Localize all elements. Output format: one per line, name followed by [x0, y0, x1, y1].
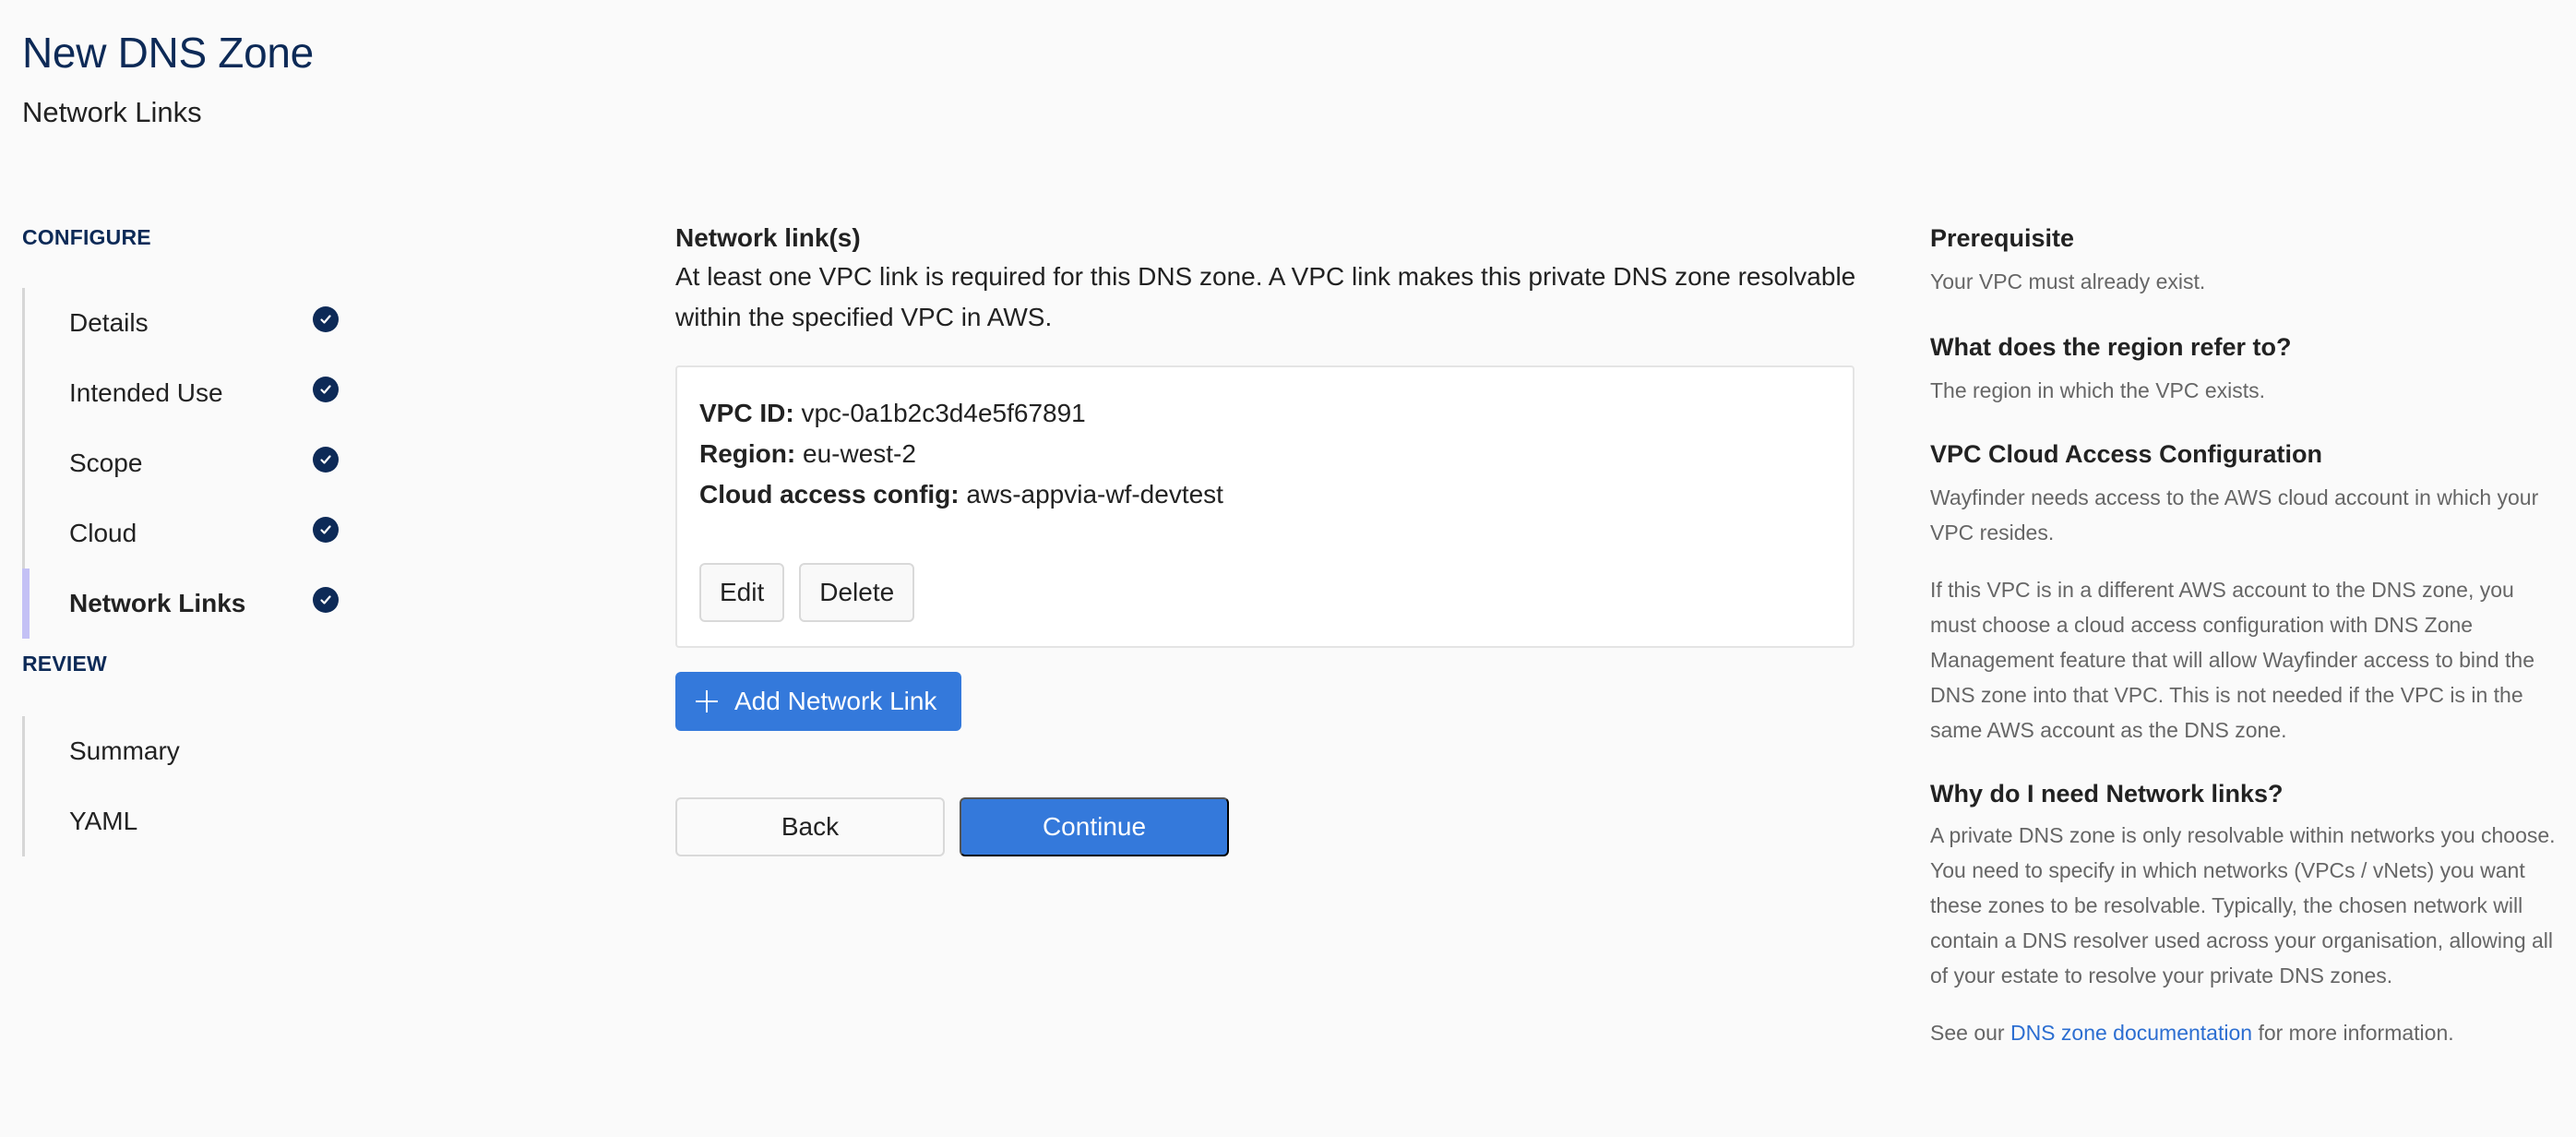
step-summary[interactable]: Summary: [25, 716, 354, 786]
delete-button[interactable]: Delete: [799, 563, 915, 622]
step-label: Intended Use: [69, 378, 223, 407]
cloud-access-value: aws-appvia-wf-devtest: [966, 480, 1223, 509]
configure-section-label: CONFIGURE: [22, 225, 151, 249]
step-network-links[interactable]: Network Links: [22, 568, 354, 639]
region-label: Region:: [699, 439, 796, 468]
add-network-link-button[interactable]: Add Network Link: [675, 672, 961, 731]
step-label: Network Links: [69, 589, 246, 617]
page-title: New DNS Zone: [22, 29, 314, 77]
vpc-id-label: VPC ID:: [699, 399, 794, 427]
check-circle-icon: [313, 587, 339, 613]
help-text: A private DNS zone is only resolvable wi…: [1930, 823, 2556, 987]
check-circle-icon: [313, 517, 339, 543]
network-links-heading: Network link(s): [675, 223, 861, 252]
plus-icon: [696, 690, 718, 712]
review-section-label: REVIEW: [22, 652, 107, 676]
network-links-description: At least one VPC link is required for th…: [675, 262, 1856, 331]
help-text: If this VPC is in a different AWS accoun…: [1930, 578, 2534, 742]
vpc-id-value: vpc-0a1b2c3d4e5f67891: [801, 399, 1086, 427]
step-cloud[interactable]: Cloud: [25, 498, 354, 568]
help-why-network-links: Why do I need Network links? A private D…: [1930, 775, 2558, 1050]
region-value: eu-west-2: [803, 439, 916, 468]
help-text: Your VPC must already exist.: [1930, 269, 2206, 293]
help-region: What does the region refer to? The regio…: [1930, 329, 2558, 408]
help-heading: Prerequisite: [1930, 224, 2075, 252]
network-link-actions: Edit Delete: [699, 563, 915, 622]
help-cloud-access: VPC Cloud Access Configuration Wayfinder…: [1930, 436, 2558, 748]
help-heading: What does the region refer to?: [1930, 333, 2292, 361]
back-button[interactable]: Back: [675, 797, 945, 856]
edit-button[interactable]: Edit: [699, 563, 785, 622]
main-content: Network link(s) At least one VPC link is…: [675, 220, 1856, 856]
dns-zone-documentation-link[interactable]: DNS zone documentation: [2010, 1021, 2252, 1045]
help-text: Wayfinder needs access to the AWS cloud …: [1930, 485, 2539, 545]
page-subtitle: Network Links: [22, 96, 202, 128]
see-more-prefix: See our: [1930, 1021, 2005, 1045]
check-circle-icon: [313, 306, 339, 332]
configure-step-list: Details Intended Use Scope Cloud Network…: [22, 288, 354, 639]
help-heading: VPC Cloud Access Configuration: [1930, 440, 2323, 468]
help-text: The region in which the VPC exists.: [1930, 378, 2266, 402]
step-label: Scope: [69, 449, 143, 477]
add-network-link-label: Add Network Link: [734, 687, 937, 715]
vpc-id-row: VPC ID: vpc-0a1b2c3d4e5f67891: [699, 393, 1223, 434]
step-label: YAML: [69, 807, 138, 835]
step-label: Cloud: [69, 519, 137, 547]
check-circle-icon: [313, 447, 339, 473]
step-label: Summary: [69, 736, 180, 765]
step-scope[interactable]: Scope: [25, 428, 354, 498]
review-step-list: Summary YAML: [22, 716, 354, 856]
cloud-access-row: Cloud access config: aws-appvia-wf-devte…: [699, 474, 1223, 515]
cloud-access-label: Cloud access config:: [699, 480, 960, 509]
help-heading: Why do I need Network links?: [1930, 780, 2284, 808]
step-intended-use[interactable]: Intended Use: [25, 358, 354, 428]
see-more-suffix: for more information.: [2258, 1021, 2454, 1045]
step-details[interactable]: Details: [25, 288, 354, 358]
continue-button[interactable]: Continue: [960, 797, 1229, 856]
help-see-more: See our DNS zone documentation for more …: [1930, 1015, 2558, 1050]
network-link-card: VPC ID: vpc-0a1b2c3d4e5f67891 Region: eu…: [675, 365, 1854, 648]
wizard-sidebar: CONFIGURE Details Intended Use Scope Clo…: [22, 221, 354, 856]
wizard-nav-buttons: Back Continue: [675, 797, 1856, 856]
network-link-details: VPC ID: vpc-0a1b2c3d4e5f67891 Region: eu…: [699, 393, 1223, 515]
step-label: Details: [69, 308, 149, 337]
help-panel: Prerequisite Your VPC must already exist…: [1930, 220, 2558, 1067]
help-prerequisite: Prerequisite Your VPC must already exist…: [1930, 220, 2558, 299]
check-circle-icon: [313, 377, 339, 402]
step-yaml[interactable]: YAML: [25, 786, 354, 856]
region-row: Region: eu-west-2: [699, 434, 1223, 474]
